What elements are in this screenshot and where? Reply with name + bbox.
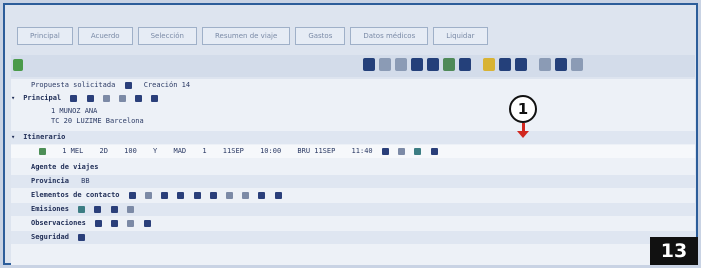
contacto-row[interactable]: Elementos de contacto	[11, 189, 695, 202]
emisiones-label: Emisiones	[31, 205, 69, 213]
principal-row[interactable]: ▾ Principal	[11, 92, 695, 105]
segment-city: MAD	[173, 147, 187, 155]
provincia-row[interactable]: Provincia BB	[11, 175, 695, 188]
itinerario-label: Itinerario	[23, 133, 66, 141]
globe-icon[interactable]	[193, 191, 201, 199]
pencil-icon[interactable]	[110, 205, 118, 213]
agente-label: Agente de viajes	[31, 163, 99, 171]
principal-label: Principal	[23, 94, 62, 102]
segment-date: 11SEP	[222, 147, 244, 155]
tab-principal[interactable]: Principal	[17, 27, 73, 45]
flight-icon	[39, 147, 46, 155]
segment-dep-time: 10:00	[260, 147, 282, 155]
segment-arr-time: 11:40	[351, 147, 373, 155]
principal-line-2: TC 20 LUZIME Barcelona	[11, 115, 695, 128]
print-icon[interactable]	[459, 58, 471, 71]
undo-icon[interactable]	[379, 58, 391, 71]
message-icon[interactable]	[274, 191, 282, 199]
sort-icon[interactable]	[124, 81, 132, 89]
delete-icon[interactable]	[86, 94, 94, 102]
arrow-up-icon[interactable]	[94, 205, 102, 213]
mail-icon[interactable]	[209, 191, 217, 199]
expand-icon[interactable]: ▾	[11, 131, 19, 144]
tab-acuerdo[interactable]: Acuerdo	[77, 27, 133, 45]
pencil-icon[interactable]	[119, 94, 127, 102]
header-row: Propuesta solicitada Creación 14	[11, 79, 695, 92]
callout-arrow-head	[517, 131, 529, 138]
tab-bar: Principal Acuerdo Selección Resumen de v…	[17, 27, 617, 47]
agente-row[interactable]: Agente de viajes	[11, 161, 695, 174]
tab-seleccion[interactable]: Selección	[137, 27, 197, 45]
delete-icon[interactable]	[111, 219, 119, 227]
passenger-name: 1 MUNOZ ANA	[51, 107, 98, 115]
figure-number-badge: 13	[650, 237, 698, 265]
segment-index: 1	[202, 147, 207, 155]
arrow-icon[interactable]	[143, 219, 151, 227]
gear-icon[interactable]	[398, 147, 406, 155]
folder-icon[interactable]	[483, 58, 495, 71]
provincia-label: Provincia	[31, 177, 69, 185]
tab-datos-medicos[interactable]: Datos médicos	[350, 27, 429, 45]
tab-gastos[interactable]: Gastos	[295, 27, 346, 45]
settings-icon[interactable]	[539, 58, 551, 71]
seguridad-label: Seguridad	[31, 233, 69, 241]
phone-icon[interactable]	[258, 191, 266, 199]
edit-icon[interactable]	[95, 219, 103, 227]
help-icon[interactable]	[571, 58, 583, 71]
tab-resumen[interactable]: Resumen de viaje	[201, 27, 291, 45]
close-icon[interactable]	[102, 94, 110, 102]
phone-icon[interactable]	[78, 205, 86, 213]
people-icon[interactable]	[151, 94, 159, 102]
copy-icon[interactable]	[411, 58, 423, 71]
callout-marker: 1	[509, 95, 537, 123]
add-icon[interactable]	[128, 191, 136, 199]
remove-icon[interactable]	[126, 205, 134, 213]
remove-icon[interactable]	[144, 191, 152, 199]
paste-icon[interactable]	[427, 58, 439, 71]
segment-flight: 100	[124, 147, 137, 155]
remove-icon[interactable]	[127, 219, 135, 227]
booking-panel: Propuesta solicitada Creación 14 ▾ Princ…	[11, 79, 695, 265]
header-left-label: Propuesta solicitada	[31, 81, 116, 89]
segment-code: 2D	[99, 147, 108, 155]
itinerary-segment[interactable]: 1 MEL 2D 100 Y MAD 1 11SEP 10:00 BRU 11S…	[11, 145, 695, 158]
expand-icon[interactable]: ▾	[11, 92, 19, 105]
list-icon[interactable]	[226, 191, 234, 199]
passenger-contact: TC 20 LUZIME Barcelona	[51, 117, 144, 125]
toolbar	[11, 55, 695, 77]
arrow-icon[interactable]	[135, 94, 143, 102]
key-icon[interactable]	[78, 233, 86, 241]
header-right-label: Creación 14	[143, 81, 191, 89]
observaciones-row[interactable]: Observaciones	[11, 217, 695, 230]
segment-num: 1 MEL	[62, 147, 84, 155]
segment-class: Y	[153, 147, 158, 155]
edit-icon[interactable]	[161, 191, 169, 199]
search-icon[interactable]	[499, 58, 511, 71]
save-icon[interactable]	[363, 58, 375, 71]
provincia-value: BB	[81, 177, 90, 185]
emisiones-row[interactable]: Emisiones	[11, 203, 695, 216]
window-frame: Principal Acuerdo Selección Resumen de v…	[3, 3, 698, 265]
tab-liquidar[interactable]: Liquidar	[433, 27, 488, 45]
mail-icon[interactable]	[515, 58, 527, 71]
info-icon[interactable]	[381, 147, 389, 155]
segment-route: BRU 11SEP	[297, 147, 336, 155]
redo-icon[interactable]	[395, 58, 407, 71]
phone-icon[interactable]	[414, 147, 422, 155]
contacto-label: Elementos de contacto	[31, 191, 120, 199]
itinerario-row[interactable]: ▾ Itinerario	[11, 131, 695, 144]
user-icon[interactable]	[177, 191, 185, 199]
seguridad-row[interactable]: Seguridad	[11, 231, 695, 244]
info-icon[interactable]	[242, 191, 250, 199]
list-icon[interactable]	[555, 58, 567, 71]
observaciones-label: Observaciones	[31, 219, 86, 227]
refresh-icon[interactable]	[443, 58, 455, 71]
print-icon[interactable]	[430, 147, 438, 155]
edit-icon[interactable]	[70, 94, 78, 102]
toolbar-buttons	[363, 58, 583, 71]
status-icon	[13, 59, 23, 71]
